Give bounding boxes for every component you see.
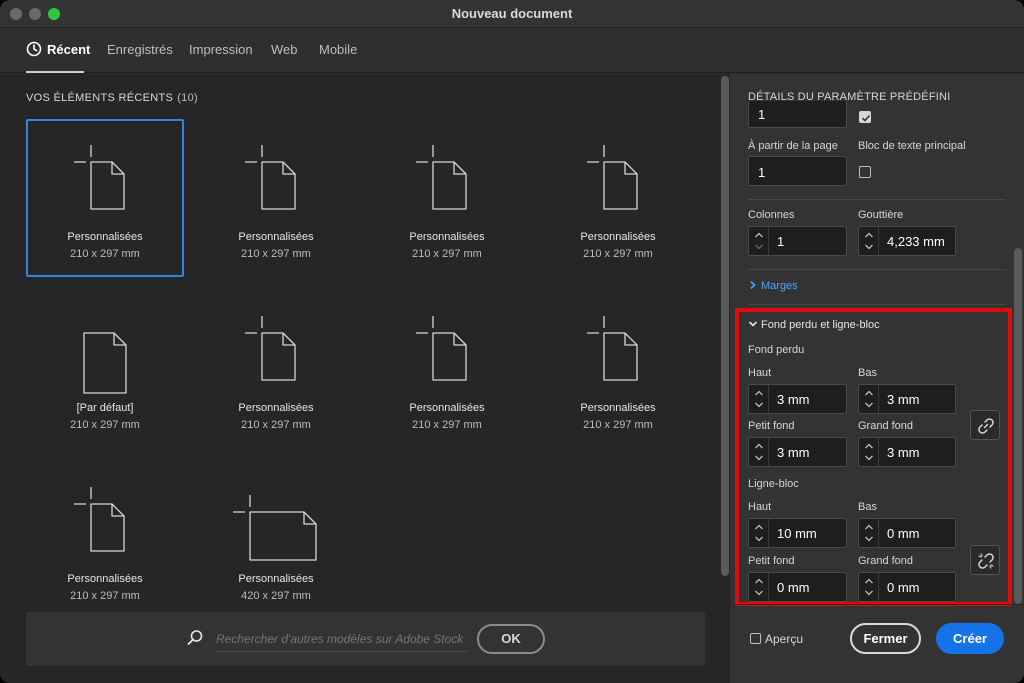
title-bar: Nouveau document [0, 0, 1024, 28]
window-title: Nouveau document [451, 6, 573, 21]
recent-item-size: 210 x 297 mm [70, 419, 140, 431]
page-with-crop-icon [245, 316, 296, 381]
preset-scrollbar-thumb[interactable] [1014, 248, 1022, 604]
recent-item-size: 210 x 297 mm [241, 248, 311, 260]
pages-field[interactable]: 1 [748, 101, 847, 128]
recent-item-tile[interactable]: [Par défaut] 210 x 297 mm [26, 290, 184, 448]
recent-item-name: Personnalisées [238, 573, 314, 585]
recent-items-count: (10) [177, 92, 198, 104]
tab-recent[interactable]: Récent [47, 42, 90, 57]
tab-mobile[interactable]: Mobile [319, 42, 357, 57]
stepper-arrows[interactable] [749, 227, 769, 255]
recent-item-size: 420 x 297 mm [241, 590, 311, 602]
recent-item-name: Personnalisées [67, 573, 143, 585]
divider [748, 304, 1006, 305]
margins-section-toggle[interactable]: Marges [748, 280, 798, 292]
recent-item-tile[interactable]: Personnalisées 210 x 297 mm [26, 461, 184, 619]
start-page-label: À partir de la page [748, 140, 838, 152]
page-with-crop-icon [587, 145, 638, 210]
chevron-up-icon[interactable] [864, 231, 874, 239]
tab-saved[interactable]: Enregistrés [107, 42, 173, 57]
columns-value: 1 [777, 234, 785, 249]
recent-item-size: 210 x 297 mm [241, 419, 311, 431]
chevron-up-icon[interactable] [754, 231, 764, 239]
preview-checkbox[interactable] [750, 633, 761, 644]
bleed-slug-highlight-box [735, 308, 1012, 606]
recent-item-name: Personnalisées [580, 402, 656, 414]
chevron-down-icon[interactable] [754, 243, 764, 251]
recent-item-name: Personnalisées [238, 231, 314, 243]
page-with-crop-icon [416, 316, 467, 381]
page-with-crop-icon [245, 145, 296, 210]
facing-pages-checkbox[interactable] [859, 111, 871, 123]
landscape-page-with-crop-icon [233, 495, 317, 561]
recent-item-size: 210 x 297 mm [583, 419, 653, 431]
preview-toggle[interactable]: Aperçu [750, 632, 803, 646]
create-button[interactable]: Créer [936, 623, 1004, 654]
recent-item-size: 210 x 297 mm [70, 590, 140, 602]
search-icon [187, 630, 203, 645]
recent-item-name: Personnalisées [67, 231, 143, 243]
stock-search-input[interactable] [216, 626, 468, 652]
recent-item-name: [Par défaut] [76, 402, 134, 414]
search-ok-button[interactable]: OK [477, 624, 545, 654]
stock-search-bar: OK [26, 612, 705, 666]
gutter-stepper[interactable]: 4,233 mm [858, 226, 956, 256]
recent-item-tile[interactable]: Personnalisées 210 x 297 mm [539, 290, 697, 448]
recent-item-name: Personnalisées [409, 402, 485, 414]
recent-item-tile[interactable]: Personnalisées 210 x 297 mm [26, 119, 184, 277]
chevron-down-icon[interactable] [864, 243, 874, 251]
columns-stepper[interactable]: 1 [748, 226, 847, 256]
columns-label: Colonnes [748, 209, 795, 221]
recent-scrollbar-thumb[interactable] [721, 76, 729, 576]
recent-item-tile[interactable]: Personnalisées 210 x 297 mm [197, 119, 355, 277]
tab-bar: Récent Enregistrés Impression Web Mobile [0, 28, 1024, 73]
recent-items-panel: VOS ÉLÉMENTS RÉCENTS (10) Personnalisées 2… [0, 74, 718, 683]
preview-label: Aperçu [765, 632, 804, 646]
divider [748, 269, 1006, 270]
pages-value: 1 [758, 107, 766, 122]
page-with-crop-icon [416, 145, 467, 210]
page-with-crop-icon [587, 316, 638, 381]
recent-item-name: Personnalisées [238, 402, 314, 414]
checkmark-icon [861, 114, 871, 122]
close-button[interactable]: Fermer [850, 623, 921, 654]
footer-divider [730, 604, 1024, 605]
recent-item-tile[interactable]: Personnalisées 210 x 297 mm [368, 290, 526, 448]
start-page-value: 1 [758, 165, 766, 180]
primary-text-frame-label: Bloc de texte principal [858, 140, 966, 152]
gutter-label: Gouttière [858, 209, 904, 221]
recent-item-size: 210 x 297 mm [412, 419, 482, 431]
page-with-crop-icon [74, 487, 125, 552]
active-tab-indicator [26, 71, 84, 73]
new-document-dialog: Nouveau document Récent Enregistrés Impr… [0, 0, 1024, 683]
tab-web[interactable]: Web [271, 42, 298, 57]
page-icon [83, 332, 127, 394]
recent-item-name: Personnalisées [409, 231, 485, 243]
stepper-arrows[interactable] [859, 227, 879, 255]
recent-item-tile[interactable]: Personnalisées 420 x 297 mm [197, 461, 355, 619]
recent-item-tile[interactable]: Personnalisées 210 x 297 mm [368, 119, 526, 277]
recent-item-name: Personnalisées [580, 231, 656, 243]
recent-items-heading: VOS ÉLÉMENTS RÉCENTS (10) [26, 92, 198, 104]
recent-item-tile[interactable]: Personnalisées 210 x 297 mm [197, 290, 355, 448]
primary-text-frame-checkbox[interactable] [859, 166, 871, 178]
recent-item-tile[interactable]: Personnalisées 210 x 297 mm [539, 119, 697, 277]
recent-item-size: 210 x 297 mm [70, 248, 140, 260]
tab-print[interactable]: Impression [189, 42, 253, 57]
recent-items-title: VOS ÉLÉMENTS RÉCENTS [26, 92, 174, 104]
recent-item-size: 210 x 297 mm [412, 248, 482, 260]
recent-item-size: 210 x 297 mm [583, 248, 653, 260]
chevron-right-icon [750, 280, 756, 290]
margins-label: Marges [761, 280, 798, 292]
start-page-field[interactable]: 1 [748, 156, 847, 186]
gutter-value: 4,233 mm [887, 234, 945, 249]
clock-icon [26, 41, 42, 57]
page-with-crop-icon [74, 145, 125, 210]
divider [748, 199, 1006, 200]
